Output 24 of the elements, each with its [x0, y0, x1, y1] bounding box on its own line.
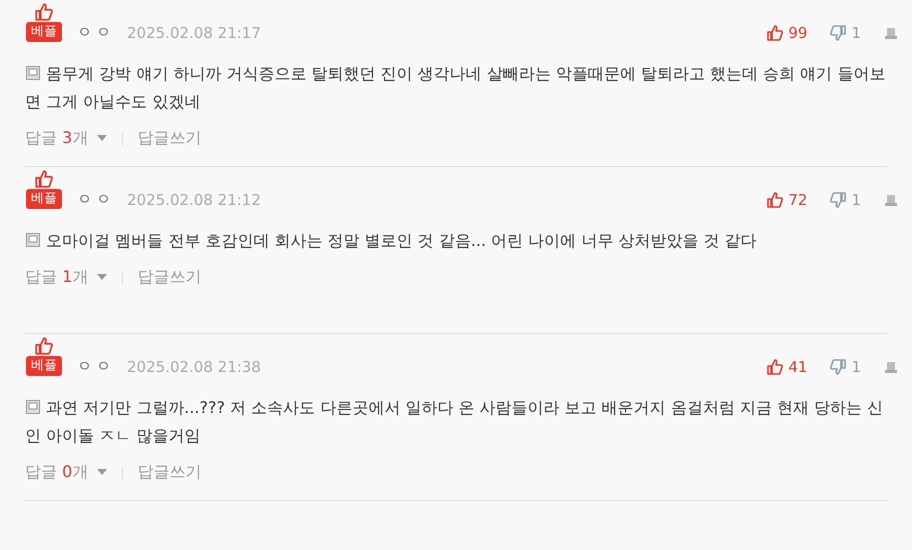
replies-toggle[interactable]: 답글 1개	[25, 267, 108, 288]
comment-text: 오마이걸 멤버들 전부 호감인데 회사는 정말 별로인 것 같음... 어린 나이에 너무 상처받았을 것 같다	[25, 227, 890, 255]
like-button[interactable]: 72	[766, 191, 808, 209]
comment-date: 2025.02.08 21:12	[127, 191, 261, 209]
comment-date: 2025.02.08 21:38	[127, 358, 261, 376]
best-badge: 베플	[26, 356, 62, 376]
best-badge: 베플	[26, 22, 62, 42]
author-name: ㅇㅇ	[77, 190, 115, 209]
write-reply-link[interactable]: 답글쓰기	[137, 267, 202, 288]
replies-toggle[interactable]: 답글 0개	[25, 462, 108, 483]
replies-toggle[interactable]: 답글 3개	[25, 128, 108, 149]
dislike-button[interactable]: 1	[829, 358, 861, 376]
write-reply-link[interactable]: 답글쓰기	[137, 462, 202, 483]
like-button[interactable]: 41	[766, 358, 808, 376]
author-name: ㅇㅇ	[77, 23, 115, 42]
dislike-button[interactable]: 1	[829, 191, 861, 209]
comment-text: 몸무게 강박 얘기 하니까 거식증으로 탈퇴했던 진이 생각나네 살빼라는 악플때문에 탈퇴라고 했는데 승희 얘기 들어보면 그게 아닐수도 있겠네	[25, 63, 886, 113]
dislike-button[interactable]: 1	[829, 24, 861, 42]
like-button[interactable]: 99	[766, 24, 808, 42]
write-reply-link[interactable]: 답글쓰기	[137, 128, 202, 149]
best-badge: 베플	[26, 189, 62, 209]
author-name: ㅇㅇ	[77, 357, 115, 376]
comment-date: 2025.02.08 21:17	[127, 24, 261, 42]
comment-text: 과연 저기만 그럴까...??? 저 소속사도 다른곳에서 일하다 온 사람들이라 보고 배운거지 옴걸처럼 지금 현재 당하는 신인 아이돌 ㅈㄴ 많을거임	[25, 397, 884, 447]
